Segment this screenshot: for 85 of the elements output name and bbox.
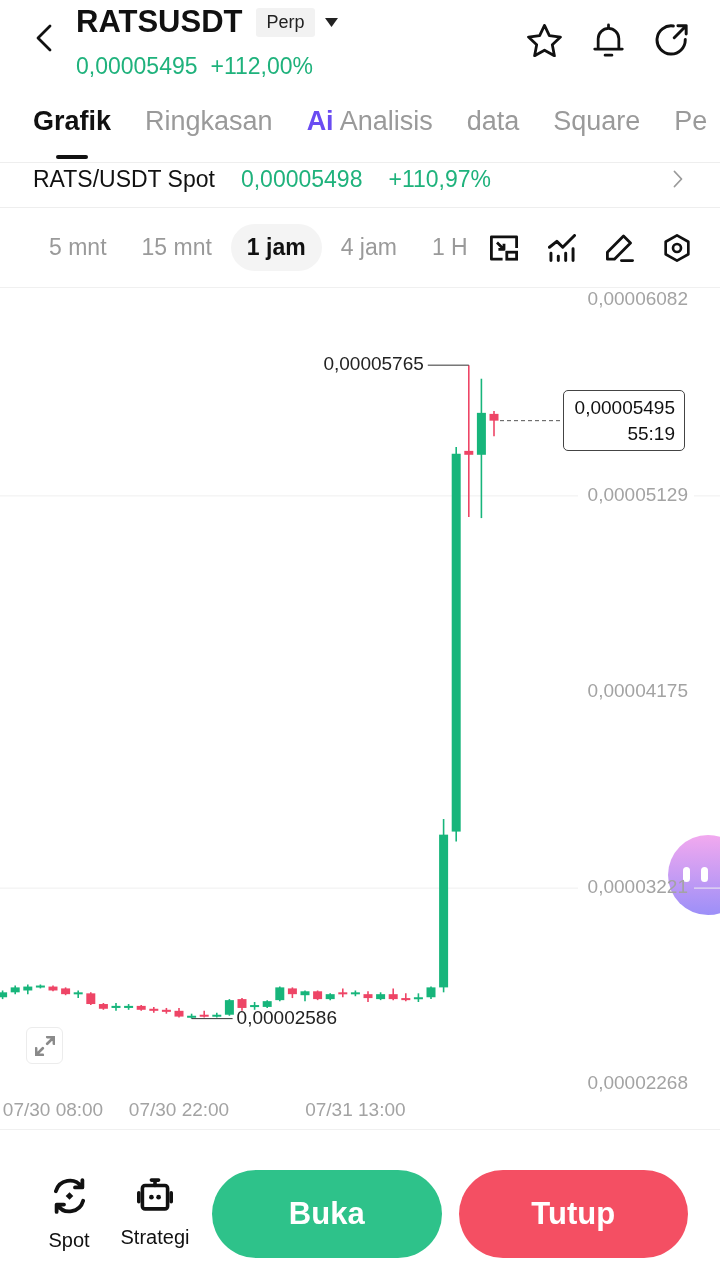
candlestick	[250, 1001, 260, 1011]
spot-button[interactable]: Spot	[32, 1130, 106, 1252]
close-position-button[interactable]: Tutup	[458, 1170, 688, 1258]
pair-title: RATSUSDT	[76, 4, 243, 40]
price-axis-label: 0,00006082	[587, 288, 688, 309]
candlestick	[73, 989, 83, 999]
tab[interactable]: Ai Analisis	[306, 80, 433, 162]
tab[interactable]: Square	[553, 80, 641, 162]
candlestick	[48, 984, 58, 993]
candlestick	[300, 989, 310, 1002]
indicator-chart-icon[interactable]	[548, 233, 576, 262]
candlestick	[212, 1011, 222, 1019]
tab[interactable]: Ringkasan	[145, 80, 273, 162]
candlestick	[376, 991, 386, 1001]
candlestick	[124, 1003, 134, 1011]
timeframe-tab[interactable]: 4 jam	[324, 224, 413, 271]
candlestick	[23, 983, 33, 995]
candlestick	[224, 998, 234, 1017]
candlestick	[237, 997, 247, 1012]
tab[interactable]: data	[466, 80, 520, 162]
candlestick	[174, 1007, 184, 1019]
time-axis-label: 07/30 08:00	[2, 1099, 104, 1120]
candlestick	[363, 990, 373, 1003]
price-axis-label: 0,00002268	[587, 1072, 688, 1093]
candlestick	[325, 992, 335, 1001]
candlestick	[313, 989, 323, 1001]
open-position-button[interactable]: Buka	[212, 1170, 442, 1258]
spot-change: +110,97%	[388, 165, 491, 193]
last-price: 0,00005495	[76, 52, 198, 80]
time-axis-label: 07/30 22:00	[128, 1099, 230, 1120]
candlestick	[149, 1006, 159, 1014]
candlestick	[187, 1012, 197, 1020]
candlestick	[61, 986, 71, 996]
price-change: +112,00%	[210, 52, 314, 80]
price-annotation: 0,00005765	[323, 353, 424, 375]
spot-pair-label: RATS/USDT Spot	[33, 165, 215, 193]
candlestick	[426, 985, 436, 1000]
star-icon[interactable]	[527, 24, 562, 57]
candlestick	[10, 984, 20, 995]
candlestick	[350, 989, 360, 998]
candlestick	[35, 983, 45, 990]
window-arrow-icon[interactable]	[490, 234, 518, 261]
timeframe-tab[interactable]: 1 H	[415, 224, 484, 271]
timeframe-tab[interactable]: 15 mnt	[125, 224, 228, 271]
settings-icon[interactable]	[664, 233, 690, 262]
candlestick	[388, 987, 398, 1001]
strategy-button[interactable]: Strategi	[114, 1130, 196, 1249]
candlestick	[98, 1002, 108, 1011]
back-icon[interactable]	[34, 24, 54, 52]
chevron-right-icon[interactable]	[673, 170, 683, 188]
fullscreen-button[interactable]	[26, 1027, 63, 1064]
tab[interactable]: Grafik	[33, 80, 112, 162]
candlestick	[199, 1010, 209, 1019]
candlestick	[338, 987, 348, 999]
leader-line	[191, 1018, 234, 1020]
candlestick	[401, 992, 411, 1002]
countdown-label: 55:19	[627, 422, 675, 447]
candlestick	[413, 992, 423, 1003]
spot-price: 0,00005498	[240, 165, 363, 193]
timeframe-tab[interactable]: 5 mnt	[33, 224, 123, 271]
candlestick	[489, 410, 499, 438]
price-axis-label: 0,00004175	[587, 680, 688, 701]
timeframe-tab[interactable]: 1 jam	[230, 224, 322, 271]
candlestick	[111, 1002, 121, 1012]
caret-icon[interactable]	[324, 17, 338, 27]
swap-circle-icon	[52, 1178, 86, 1214]
candlestick	[287, 986, 297, 999]
time-axis-label: 07/31 13:00	[305, 1099, 406, 1120]
price-axis-label: 0,00005129	[587, 483, 688, 505]
candlestick	[86, 991, 96, 1006]
price-annotation: 0,00002586	[236, 1006, 337, 1028]
bell-icon[interactable]	[593, 23, 624, 58]
contract-type-label[interactable]: Perp	[256, 7, 315, 37]
candlestick	[262, 999, 272, 1009]
tab[interactable]: Pe	[674, 80, 708, 162]
expand-icon	[34, 1035, 55, 1056]
current-price-label: 0,00005495	[574, 396, 675, 421]
robot-icon	[137, 1178, 173, 1211]
candlestick	[0, 989, 8, 1000]
candlestick	[161, 1007, 171, 1015]
leader-line	[427, 364, 470, 366]
candlestick	[275, 985, 285, 1002]
pencil-icon[interactable]	[606, 233, 634, 262]
candlestick	[136, 1004, 146, 1012]
circular-arrow-icon[interactable]	[655, 24, 688, 57]
